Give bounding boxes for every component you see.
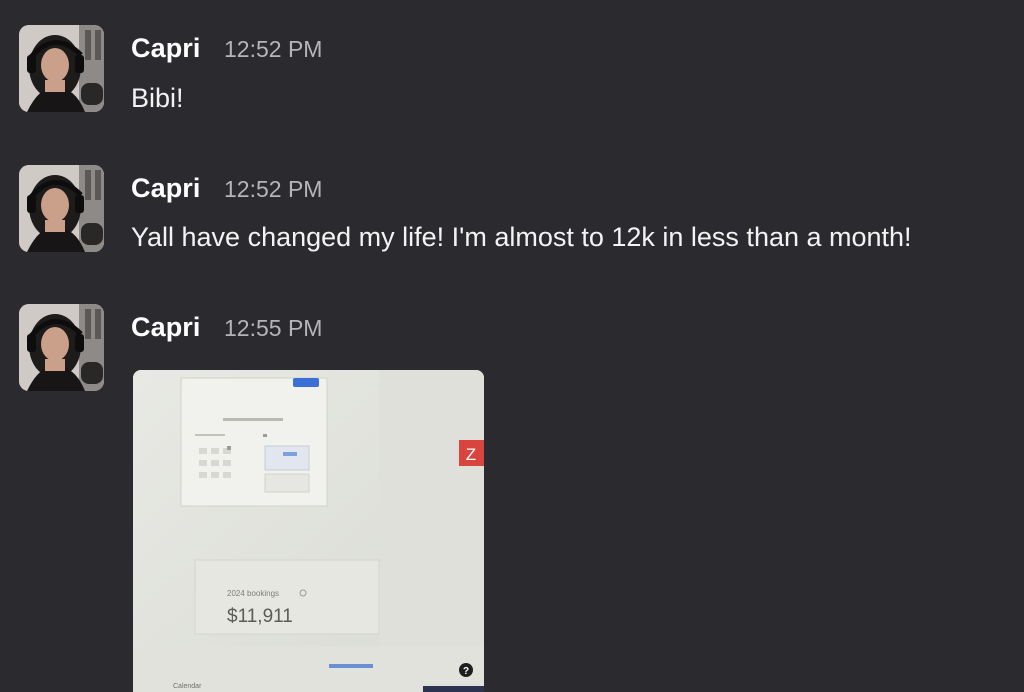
svg-text:?: ? xyxy=(463,666,469,677)
author-name[interactable]: Capri xyxy=(131,33,201,64)
author-name[interactable]: Capri xyxy=(131,312,201,343)
avatar[interactable] xyxy=(19,165,104,252)
stat-caption: 2024 bookings xyxy=(227,589,279,598)
timestamp: 12:52 PM xyxy=(224,36,323,62)
timestamp: 12:55 PM xyxy=(224,315,323,341)
footer-label: Calendar xyxy=(173,683,202,690)
image-attachment[interactable]: Z 2024 bookings $11,911 ? Calendar xyxy=(133,370,484,692)
stat-amount: $11,911 xyxy=(227,606,293,627)
author-name[interactable]: Capri xyxy=(131,173,201,204)
avatar[interactable] xyxy=(19,25,104,112)
avatar[interactable] xyxy=(19,304,104,391)
blue-button xyxy=(293,378,319,387)
chat-thread: Capri 12:52 PM Bibi! Capri 12:52 PM Yall… xyxy=(0,0,1024,692)
badge-letter: Z xyxy=(466,445,476,464)
timestamp: 12:52 PM xyxy=(224,176,323,202)
message-text: Yall have changed my life! I'm almost to… xyxy=(131,222,912,252)
message-text: Bibi! xyxy=(131,83,184,113)
